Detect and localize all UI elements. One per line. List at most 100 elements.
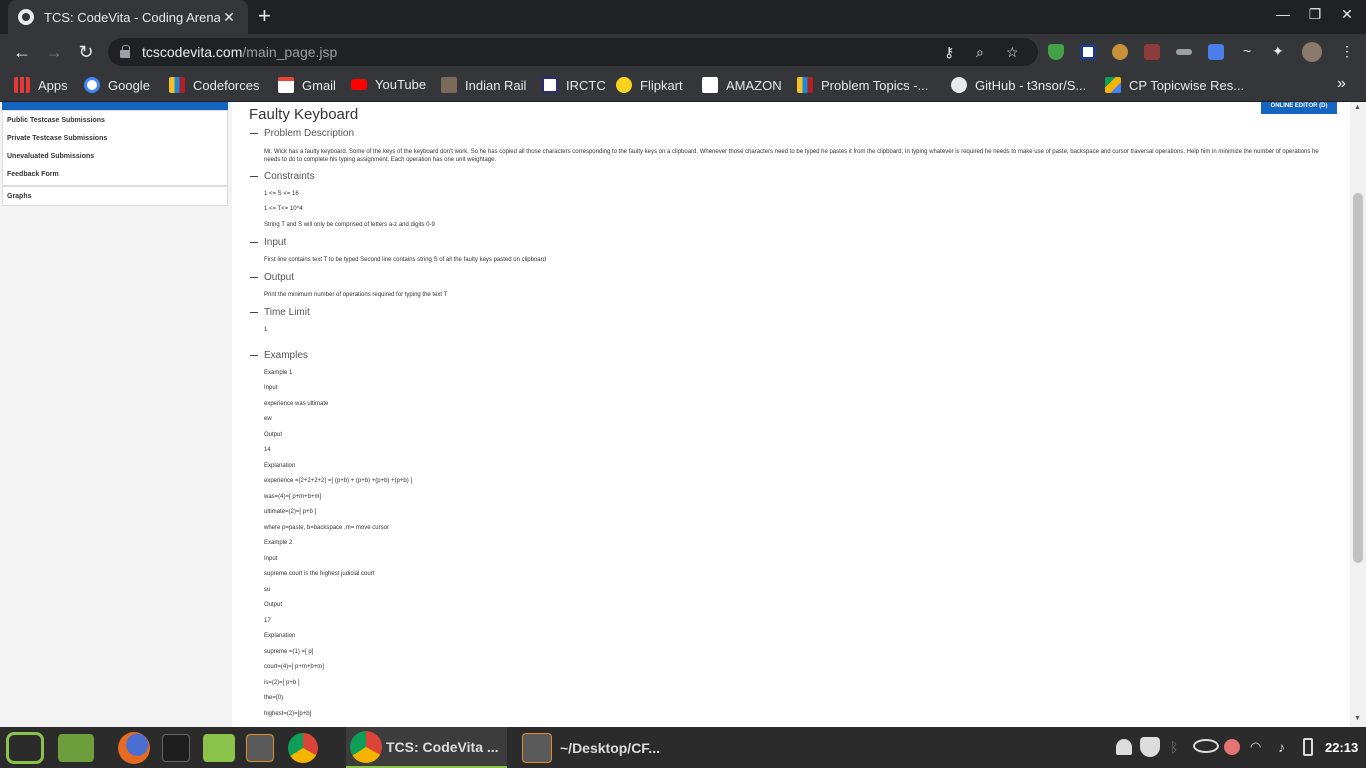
- bookmark-github[interactable]: GitHub - t3nsor/S...: [951, 77, 1086, 93]
- bookmark-label: CP Topicwise Res...: [1129, 77, 1245, 93]
- github-icon: [951, 77, 967, 93]
- online-editor-button[interactable]: ONLINE EDITOR (D): [1261, 102, 1337, 114]
- bookmark-google[interactable]: Google: [84, 77, 150, 93]
- bookmark-amazon[interactable]: AMAZON: [702, 77, 782, 93]
- browser-tab-active[interactable]: TCS: CodeVita - Coding Arena ✕: [8, 0, 248, 34]
- bookmark-problem-topics[interactable]: Problem Topics -...: [797, 77, 928, 93]
- forward-arrow-icon[interactable]: →: [42, 41, 66, 63]
- cookie-extension-icon[interactable]: [1112, 44, 1128, 60]
- sidebar-link-private-testcase[interactable]: Private Testcase Submissions: [7, 135, 107, 142]
- shield-extension-icon[interactable]: [1048, 44, 1064, 60]
- section-examples[interactable]: Examples: [250, 350, 308, 361]
- bookmark-label: Apps: [38, 77, 68, 93]
- example-line: Explanation: [264, 463, 296, 469]
- bookmark-label: Indian Rail: [465, 77, 527, 93]
- taskbar-task-chrome[interactable]: TCS: CodeVita ...: [346, 727, 507, 768]
- section-label: Time Limit: [264, 307, 310, 318]
- menu-kebab-icon[interactable]: ⋮: [1340, 43, 1354, 60]
- sidebar-link-unevaluated[interactable]: Unevaluated Submissions: [7, 153, 94, 160]
- time-limit-value: 1: [264, 327, 268, 333]
- translate-extension-icon[interactable]: [1208, 44, 1224, 60]
- puzzle-extensions-icon[interactable]: ✦: [1272, 43, 1284, 60]
- more-bookmarks-icon[interactable]: »: [1337, 75, 1346, 93]
- submissions-panel: Public Testcase Submissions Private Test…: [2, 110, 228, 186]
- site-favicon-icon: [18, 9, 34, 25]
- section-constraints[interactable]: Constraints: [250, 171, 315, 182]
- sidebar-link-public-testcase[interactable]: Public Testcase Submissions: [7, 117, 105, 124]
- bookmark-label: Gmail: [302, 77, 336, 93]
- codeforces-icon: [797, 77, 813, 93]
- zoom-icon[interactable]: ⌕: [976, 44, 984, 61]
- bookmark-codeforces[interactable]: Codeforces: [169, 77, 259, 93]
- collapse-icon[interactable]: [250, 354, 258, 357]
- section-problem-description[interactable]: Problem Description: [250, 128, 354, 139]
- bookmark-irctc[interactable]: IRCTC: [542, 77, 606, 93]
- tilde-extension-icon[interactable]: ~: [1243, 43, 1251, 59]
- bookmark-indian-rail[interactable]: Indian Rail: [441, 77, 526, 93]
- close-window-button[interactable]: ✕: [1337, 6, 1357, 23]
- grid-extension-icon[interactable]: [1144, 44, 1160, 60]
- sidebar-link-graphs[interactable]: Graphs: [7, 193, 32, 200]
- bookmark-cp-topicwise[interactable]: CP Topicwise Res...: [1105, 77, 1244, 93]
- sidebar-active-item[interactable]: [2, 102, 228, 110]
- sublime-icon[interactable]: [246, 734, 274, 762]
- scroll-up-icon[interactable]: ▲: [1354, 104, 1361, 111]
- task-label: ~/Desktop/CF...: [560, 739, 660, 756]
- wifi-icon[interactable]: ◠: [1250, 739, 1266, 755]
- collapse-icon[interactable]: [250, 241, 258, 244]
- bookmark-flipkart[interactable]: Flipkart: [616, 77, 683, 93]
- collapse-icon[interactable]: [250, 276, 258, 279]
- example-line: ew: [264, 416, 272, 422]
- sidebar-link-feedback[interactable]: Feedback Form: [7, 171, 59, 178]
- maximize-window-button[interactable]: ❐: [1305, 6, 1325, 23]
- files-icon[interactable]: [203, 734, 235, 762]
- notification-icon[interactable]: [1224, 739, 1240, 755]
- shield-tray-icon[interactable]: [1140, 737, 1160, 757]
- scroll-down-icon[interactable]: ▼: [1354, 715, 1361, 722]
- section-output[interactable]: Output: [250, 272, 294, 283]
- minimize-window-button[interactable]: —: [1273, 6, 1293, 22]
- sidebar-graphs[interactable]: Graphs: [2, 186, 228, 206]
- battery-icon[interactable]: [1303, 738, 1313, 756]
- vertical-scrollbar[interactable]: ▲ ▼: [1350, 102, 1366, 727]
- example-line: su: [264, 587, 271, 593]
- taskbar-task-sublime[interactable]: ~/Desktop/CF...: [522, 727, 660, 768]
- tab-title: TCS: CodeVita - Coding Arena: [44, 9, 220, 25]
- example-line: Example 2: [264, 540, 293, 546]
- collapse-icon[interactable]: [250, 132, 258, 135]
- tab-strip: TCS: CodeVita - Coding Arena ✕ + — ❐ ✕: [0, 0, 1366, 34]
- user-icon[interactable]: [1116, 739, 1132, 755]
- example-line: the=(0): [264, 695, 284, 701]
- plane-extension-icon[interactable]: [1176, 49, 1192, 55]
- volume-icon[interactable]: ♪: [1278, 739, 1294, 755]
- problem-title: Faulty Keyboard: [249, 106, 359, 123]
- reload-icon[interactable]: ↻: [74, 41, 98, 63]
- section-input[interactable]: Input: [250, 237, 286, 248]
- bookmark-star-icon[interactable]: ☆: [1006, 44, 1019, 61]
- key-icon[interactable]: ⚷: [944, 44, 954, 61]
- close-tab-icon[interactable]: ✕: [220, 9, 238, 26]
- clock[interactable]: 22:13: [1325, 740, 1358, 755]
- back-arrow-icon[interactable]: ←: [10, 41, 34, 63]
- address-bar[interactable]: tcscodevita.com/main_page.jsp ⚷ ⌕ ☆: [108, 38, 1038, 66]
- mint-menu-icon[interactable]: [6, 732, 44, 764]
- intel-icon[interactable]: [1193, 739, 1219, 753]
- terminal-icon[interactable]: [162, 734, 190, 762]
- flag-extension-icon[interactable]: [1080, 44, 1096, 60]
- bookmark-youtube[interactable]: YouTube: [351, 77, 426, 92]
- bluetooth-icon[interactable]: ᛒ: [1170, 739, 1186, 755]
- firefox-icon[interactable]: [118, 732, 150, 764]
- new-tab-button[interactable]: +: [258, 5, 271, 27]
- bookmark-label: YouTube: [375, 77, 427, 92]
- collapse-icon[interactable]: [250, 175, 258, 178]
- task-label: TCS: CodeVita ...: [386, 738, 499, 755]
- profile-avatar[interactable]: [1302, 42, 1322, 62]
- scrollbar-thumb[interactable]: [1353, 193, 1363, 563]
- show-desktop-icon[interactable]: [58, 734, 94, 762]
- bookmark-gmail[interactable]: Gmail: [278, 77, 336, 93]
- section-time-limit[interactable]: Time Limit: [250, 307, 310, 318]
- bookmark-apps[interactable]: Apps: [14, 77, 68, 93]
- chrome-icon[interactable]: [288, 733, 318, 763]
- collapse-icon[interactable]: [250, 311, 258, 314]
- example-line: experience was ultimate: [264, 401, 329, 407]
